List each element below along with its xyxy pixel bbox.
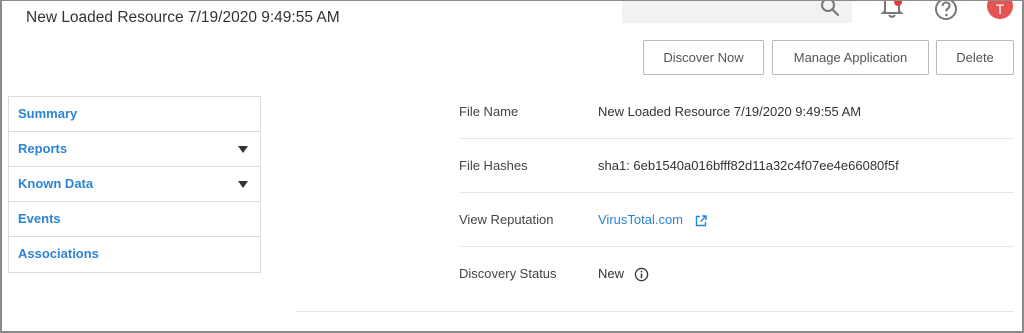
virustotal-link[interactable]: VirusTotal.com bbox=[598, 212, 683, 227]
sidebar-item-known-data[interactable]: Known Data bbox=[9, 167, 260, 202]
info-icon[interactable] bbox=[634, 267, 649, 282]
detail-row-discovery-status: Discovery Status New bbox=[459, 247, 1014, 301]
file-hashes-label: File Hashes bbox=[459, 158, 528, 173]
discovery-status-text: New bbox=[598, 266, 625, 281]
search-icon[interactable] bbox=[820, 0, 840, 17]
sidebar: Summary Reports Known Data Events Associ… bbox=[8, 96, 261, 273]
external-link-icon[interactable] bbox=[695, 214, 707, 227]
divider bbox=[295, 311, 1014, 312]
avatar[interactable]: T bbox=[987, 1, 1013, 19]
sidebar-item-label: Associations bbox=[18, 246, 99, 261]
manage-application-button[interactable]: Manage Application bbox=[772, 40, 929, 75]
help-icon[interactable] bbox=[934, 0, 958, 21]
chevron-down-icon[interactable] bbox=[238, 181, 248, 188]
delete-button[interactable]: Delete bbox=[936, 40, 1014, 75]
sidebar-item-reports[interactable]: Reports bbox=[9, 132, 260, 167]
detail-row-file-hashes: File Hashes sha1: 6eb1540a016bfff82d11a3… bbox=[459, 139, 1014, 193]
sidebar-item-label: Known Data bbox=[18, 176, 94, 191]
view-reputation-label: View Reputation bbox=[459, 212, 554, 227]
sidebar-item-associations[interactable]: Associations bbox=[9, 237, 260, 272]
sidebar-item-summary[interactable]: Summary bbox=[9, 97, 260, 132]
sidebar-item-label: Reports bbox=[18, 141, 68, 156]
page-title: New Loaded Resource 7/19/2020 9:49:55 AM bbox=[26, 9, 340, 26]
file-name-value: New Loaded Resource 7/19/2020 9:49:55 AM bbox=[598, 104, 862, 119]
detail-row-file-name: File Name New Loaded Resource 7/19/2020 … bbox=[459, 85, 1014, 139]
discovery-status-label: Discovery Status bbox=[459, 266, 557, 281]
discovery-status-value: New bbox=[598, 247, 649, 301]
search-input[interactable] bbox=[622, 1, 852, 23]
bell-icon[interactable] bbox=[880, 0, 904, 19]
sidebar-item-events[interactable]: Events bbox=[9, 202, 260, 237]
sidebar-item-label: Summary bbox=[18, 106, 78, 121]
file-name-label: File Name bbox=[459, 104, 519, 119]
file-hashes-value: sha1: 6eb1540a016bfff82d11a32c4f07ee4e66… bbox=[598, 158, 899, 173]
chevron-down-icon[interactable] bbox=[238, 146, 248, 153]
view-reputation-value: VirusTotal.com bbox=[598, 193, 707, 247]
discover-now-button[interactable]: Discover Now bbox=[643, 40, 764, 75]
sidebar-item-label: Events bbox=[18, 211, 61, 226]
detail-row-view-reputation: View Reputation VirusTotal.com bbox=[459, 193, 1014, 247]
window-frame: New Loaded Resource 7/19/2020 9:49:55 AM… bbox=[0, 0, 1024, 333]
